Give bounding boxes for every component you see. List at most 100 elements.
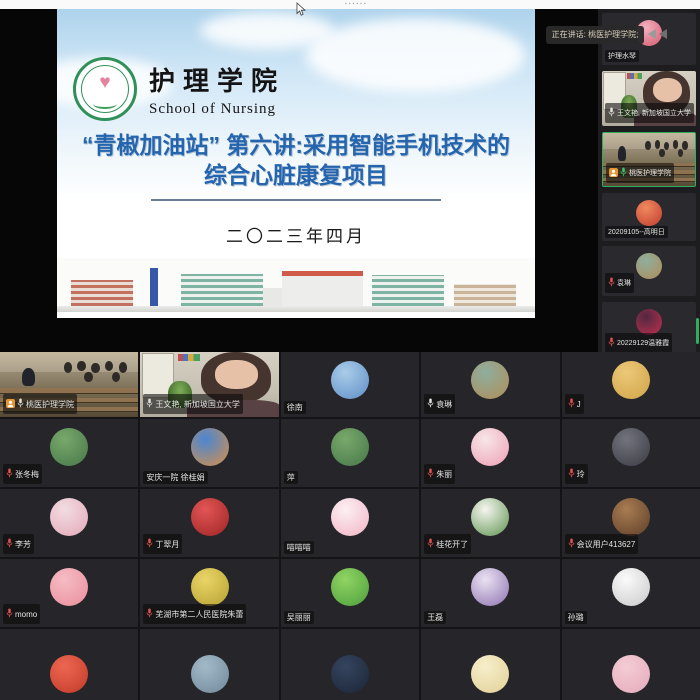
participant-name: 王文艳, 新加坡国立大学 [617, 108, 691, 118]
collapsed-toolbar-hint: ▪▪▪▪▪▪ [345, 1, 368, 7]
participant-name-chip: 王磊 [424, 611, 446, 624]
participant-tile[interactable]: 王文艳, 新加坡国立大学 [140, 352, 278, 417]
meeting-window: ▪▪▪▪▪▪ ♥ 护理学院 School of Nursing “青椒加油站” … [0, 0, 700, 700]
participant-avatar [331, 568, 369, 606]
campus-building [372, 275, 444, 306]
participant-avatar [50, 568, 88, 606]
participant-tile[interactable]: 芜湖市第二人民医院朱蕾 [140, 559, 278, 627]
participant-name: 孙璐 [568, 612, 584, 623]
mic-muted-icon [146, 535, 153, 553]
slide-title-line2: 综合心脏康复项目 [57, 160, 535, 190]
participant-tile[interactable]: J [562, 352, 700, 417]
cloud-decoration [200, 12, 334, 49]
participant-name: 会议用户413627 [577, 539, 636, 550]
participant-name-chip: 桃医护理学院 [3, 394, 77, 414]
participant-tile[interactable] [0, 629, 138, 700]
participant-tile[interactable]: 桂花开了 [421, 489, 559, 557]
participant-tile[interactable]: 徐南 [281, 352, 419, 417]
mic-on-icon [146, 395, 153, 413]
participant-name: 桃医护理学院 [629, 168, 671, 178]
logo-chinese-text: 护理学院 [149, 61, 285, 98]
mic-muted-icon [6, 465, 13, 483]
participant-avatar [50, 428, 88, 466]
participant-name: 20209105--高明日 [608, 227, 665, 237]
participants-sidebar: 护理水琴王文艳, 新加坡国立大学桃医护理学院 20209105--高明日袁琳 202… [598, 9, 700, 352]
participant-tile[interactable]: 丁翠月 [140, 489, 278, 557]
participant-avatar [191, 428, 229, 466]
participant-tile[interactable]: 吴丽丽 [281, 559, 419, 627]
participant-name-chip: 桂花开了 [424, 534, 471, 554]
toast-icons [648, 29, 667, 39]
reply-arrow-icon[interactable] [659, 29, 667, 39]
participant-avatar [331, 498, 369, 536]
participant-name-chip: 孙璐 [565, 611, 587, 624]
participant-tile[interactable]: 20229129温雅霞 [602, 302, 696, 352]
participant-tile[interactable] [281, 629, 419, 700]
participant-tile[interactable]: 袁琳 [602, 246, 696, 296]
participant-tile[interactable]: 20209105--高明日 [602, 193, 696, 241]
participant-name: 护理水琴 [608, 51, 636, 61]
slide-title-line1: “青椒加油站” 第六讲:采用智能手机技术的 [57, 130, 535, 160]
title-underline [151, 199, 441, 201]
participant-avatar [331, 361, 369, 399]
participant-avatar [612, 361, 650, 399]
participant-tile[interactable]: 萍 [281, 419, 419, 487]
campus-photo [57, 258, 535, 312]
participant-tile[interactable]: 张冬梅 [0, 419, 138, 487]
participant-tile[interactable] [421, 629, 559, 700]
participant-name: 王文艳, 新加坡国立大学 [155, 399, 239, 410]
participant-tile[interactable]: 喵喵喵 [281, 489, 419, 557]
participants-grid: 桃医护理学院 王文艳, 新加坡国立大学 徐南 袁琳 J 张冬梅 安庆一院 徐桂娟 萍 朱丽玲李芳… [0, 352, 700, 700]
participant-tile[interactable]: 安庆一院 徐桂娟 [140, 419, 278, 487]
participant-tile[interactable]: 袁琳 [421, 352, 559, 417]
participant-name-chip: 吴丽丽 [284, 611, 314, 624]
host-badge-icon [6, 395, 15, 413]
participant-tile[interactable]: 玲 [562, 419, 700, 487]
mic-muted-icon [608, 334, 615, 352]
participant-tile[interactable]: 王文艳, 新加坡国立大学 [602, 71, 696, 126]
participant-avatar [471, 498, 509, 536]
school-logo: ♥ 护理学院 School of Nursing [73, 57, 285, 121]
participant-tile[interactable]: 孙璐 [562, 559, 700, 627]
mic-muted-icon [568, 465, 575, 483]
participant-name-chip: 王文艳, 新加坡国立大学 [605, 103, 694, 123]
participant-avatar [636, 253, 662, 279]
participant-name: 徐南 [287, 402, 303, 413]
participant-name: 丁翠月 [155, 539, 179, 550]
participant-name-chip: 护理水琴 [605, 50, 639, 62]
campus-ground [57, 306, 535, 312]
campus-building [181, 274, 262, 306]
volume-icon[interactable] [648, 29, 656, 39]
slide-title: “青椒加油站” 第六讲:采用智能手机技术的 综合心脏康复项目 [57, 130, 535, 191]
participant-avatar [50, 655, 88, 693]
participant-avatar [191, 568, 229, 606]
participant-name-chip: 张冬梅 [3, 464, 42, 484]
participant-name-chip: 安庆一院 徐桂娟 [143, 471, 207, 484]
participant-tile[interactable]: 朱丽 [421, 419, 559, 487]
cloud-decoration [306, 18, 526, 92]
participant-name-chip: 玲 [565, 464, 588, 484]
mouse-cursor-icon [296, 2, 307, 22]
participant-name-chip: 20229129温雅霞 [605, 333, 672, 352]
mic-on-icon [427, 395, 434, 413]
sidebar-scrollbar[interactable] [696, 318, 699, 344]
participant-name-chip: 李芳 [3, 534, 34, 554]
participant-name: 袁琳 [617, 278, 631, 288]
participant-tile[interactable]: momo [0, 559, 138, 627]
participant-name: 桂花开了 [436, 539, 468, 550]
participant-name: 王磊 [427, 612, 443, 623]
participant-tile[interactable]: 桃医护理学院 [602, 132, 696, 187]
participant-tile[interactable]: 桃医护理学院 [0, 352, 138, 417]
participant-name: 李芳 [15, 539, 31, 550]
participant-tile[interactable]: 李芳 [0, 489, 138, 557]
mic-muted-icon [6, 605, 13, 623]
participant-tile[interactable] [562, 629, 700, 700]
participant-tile[interactable] [140, 629, 278, 700]
participant-name-chip: momo [3, 604, 40, 624]
participant-tile[interactable]: 会议用户413627 [562, 489, 700, 557]
participant-name-chip: 芜湖市第二人民医院朱蕾 [143, 604, 246, 624]
participant-tile[interactable]: 王磊 [421, 559, 559, 627]
participant-avatar [612, 498, 650, 536]
participant-name-chip: J [565, 394, 584, 414]
participant-name: 萍 [287, 472, 295, 483]
